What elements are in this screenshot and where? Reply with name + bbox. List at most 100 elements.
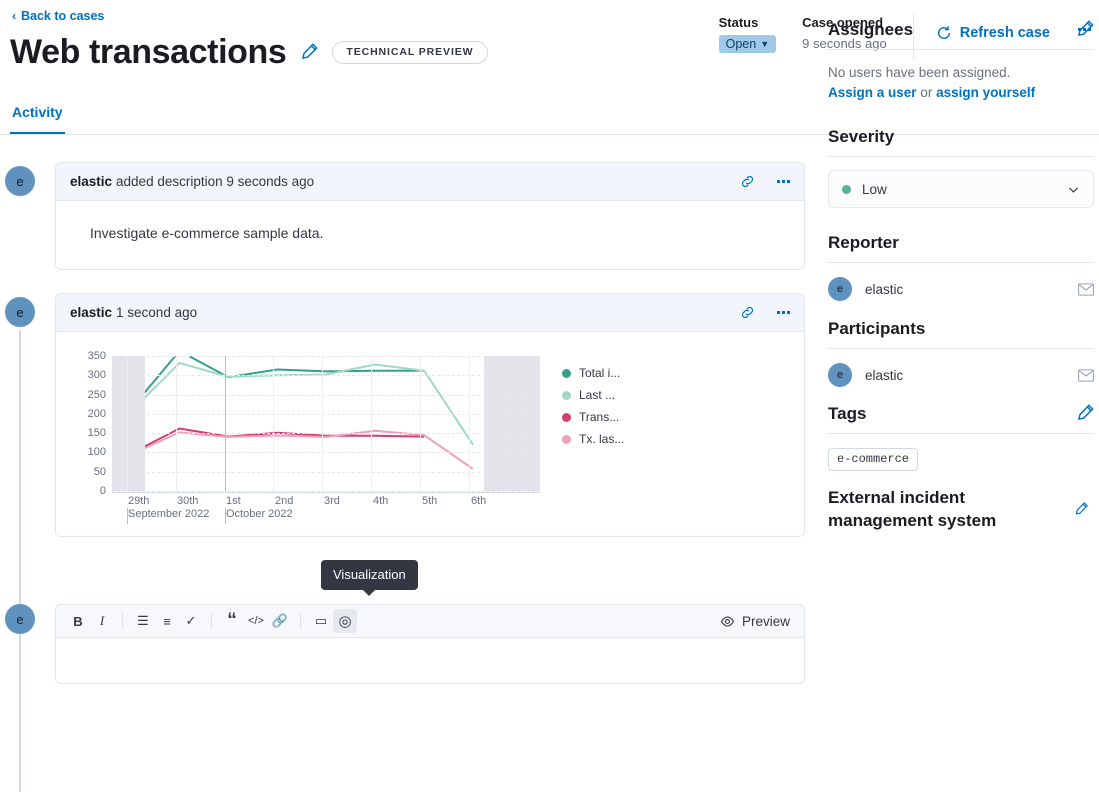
technical-preview-badge: TECHNICAL PREVIEW <box>332 41 487 64</box>
tab-activity[interactable]: Activity <box>10 100 65 134</box>
legend-item[interactable]: Trans... <box>562 406 657 428</box>
participant-row: e elastic <box>828 363 1094 387</box>
legend-label: Total i... <box>579 366 620 380</box>
edit-external-pencil-icon[interactable] <box>1074 500 1088 518</box>
tags-title: Tags <box>828 404 866 424</box>
assignees-empty-text: No users have been assigned. <box>828 63 1094 83</box>
event-header: elastic added description 9 seconds ago <box>56 163 804 201</box>
tag-chip[interactable]: e-commerce <box>828 448 918 471</box>
status-value: Open <box>726 37 757 51</box>
quote-button[interactable]: “ <box>220 609 244 633</box>
status-dropdown[interactable]: Open ▼ <box>719 35 777 53</box>
y-axis-tick: 250 <box>88 389 106 401</box>
y-axis-tick: 300 <box>88 369 106 381</box>
x-axis-tick: 5th <box>422 495 437 507</box>
line-chart: 050100150200250300350 29thSeptember 2022… <box>70 356 540 526</box>
comment-button[interactable]: ▭ <box>309 609 333 633</box>
italic-button[interactable]: I <box>90 609 114 633</box>
divider <box>828 433 1094 434</box>
y-axis-tick: 100 <box>88 446 106 458</box>
legend-color-dot <box>562 413 571 422</box>
legend-item[interactable]: Total i... <box>562 362 657 384</box>
x-axis-group-label: October 2022 <box>226 508 293 520</box>
avatar: e <box>5 297 35 327</box>
severity-title: Severity <box>828 127 894 147</box>
severity-value: Low <box>862 182 887 197</box>
back-to-cases-link[interactable]: ‹ Back to cases <box>12 9 104 23</box>
legend-label: Trans... <box>579 410 619 424</box>
legend-color-dot <box>562 435 571 444</box>
event-more-actions-button[interactable] <box>777 180 790 183</box>
event-header: elastic 1 second ago <box>56 294 804 332</box>
unordered-list-button[interactable]: ☰ <box>131 609 155 633</box>
tags-heading: Tags <box>828 404 1094 424</box>
or-text: or <box>920 85 932 100</box>
external-system-title: External incident management system <box>828 486 1074 532</box>
edit-tags-pencil-icon[interactable] <box>1076 404 1094 422</box>
legend-label: Tx. las... <box>579 432 624 446</box>
link-icon[interactable] <box>740 305 755 320</box>
email-icon[interactable] <box>1078 283 1094 296</box>
assignees-actions: Assign a user or assign yourself <box>828 83 1094 103</box>
participants-title: Participants <box>828 319 925 339</box>
dot <box>782 180 785 183</box>
event-meta: 1 second ago <box>116 305 197 320</box>
x-axis-group-label: September 2022 <box>128 508 209 520</box>
reporter-heading: Reporter <box>828 233 1094 253</box>
avatar: e <box>828 363 852 387</box>
x-axis-tick: 3rd <box>324 495 340 507</box>
link-icon[interactable] <box>740 174 755 189</box>
comment-input[interactable] <box>55 638 805 684</box>
avatar: e <box>5 166 35 196</box>
event-meta: added description 9 seconds ago <box>116 174 314 189</box>
divider <box>828 49 1094 50</box>
chart-legend: Total i... Last ... Trans... Tx. las... <box>562 356 657 526</box>
severity-dropdown[interactable]: Low <box>828 170 1094 208</box>
legend-item[interactable]: Last ... <box>562 384 657 406</box>
chart-gridline <box>225 356 226 491</box>
preview-button[interactable]: Preview <box>720 614 794 629</box>
event-box: elastic 1 second ago 0501001502002503003… <box>55 293 805 537</box>
severity-color-dot <box>842 185 851 194</box>
status-block: Status Open ▼ <box>719 14 777 53</box>
edit-title-pencil-icon[interactable] <box>300 43 318 61</box>
dot <box>787 180 790 183</box>
assign-yourself-link[interactable]: assign yourself <box>936 85 1035 100</box>
edit-assignees-pencil-icon[interactable] <box>1076 20 1094 38</box>
chevron-down-icon <box>1067 183 1080 196</box>
x-axis-tick: 4th <box>373 495 388 507</box>
ordered-list-button[interactable]: ≡ <box>155 609 179 633</box>
link-button[interactable]: 🔗 <box>268 609 292 633</box>
assign-a-user-link[interactable]: Assign a user <box>828 85 917 100</box>
chart-gridline <box>273 356 274 491</box>
chart-gridline <box>371 356 372 491</box>
x-axis-baseline <box>112 492 540 493</box>
chart-x-axis: 29thSeptember 202230th1stOctober 20222nd… <box>112 492 540 526</box>
bold-button[interactable]: B <box>66 609 90 633</box>
x-axis-group-separator <box>127 508 128 524</box>
participants-heading: Participants <box>828 319 1094 339</box>
x-axis-tick: 30th <box>177 495 198 507</box>
y-axis-tick: 0 <box>100 485 106 497</box>
visualization-button[interactable]: ◎ <box>333 609 357 633</box>
timeline-connector <box>19 330 21 792</box>
chart-gridline <box>420 356 421 491</box>
chart-gridline <box>176 356 177 491</box>
code-button[interactable]: </> <box>244 609 268 633</box>
visualization-tooltip: Visualization <box>321 560 418 590</box>
legend-item[interactable]: Tx. las... <box>562 428 657 450</box>
event-more-actions-button[interactable] <box>777 311 790 314</box>
reporter-title: Reporter <box>828 233 899 253</box>
event-author: elastic <box>70 174 112 189</box>
y-axis-tick: 200 <box>88 408 106 420</box>
checklist-button[interactable]: ✓ <box>179 609 203 633</box>
chevron-left-icon: ‹ <box>12 10 16 22</box>
visualization-panel: 050100150200250300350 29thSeptember 2022… <box>56 332 804 536</box>
email-icon[interactable] <box>1078 369 1094 382</box>
case-sidebar: Assignees No users have been assigned. A… <box>828 20 1094 532</box>
dot <box>777 180 780 183</box>
y-axis-tick: 150 <box>88 427 106 439</box>
assignees-heading: Assignees <box>828 20 1094 40</box>
dot <box>782 311 785 314</box>
event-box: elastic added description 9 seconds ago … <box>55 162 805 270</box>
